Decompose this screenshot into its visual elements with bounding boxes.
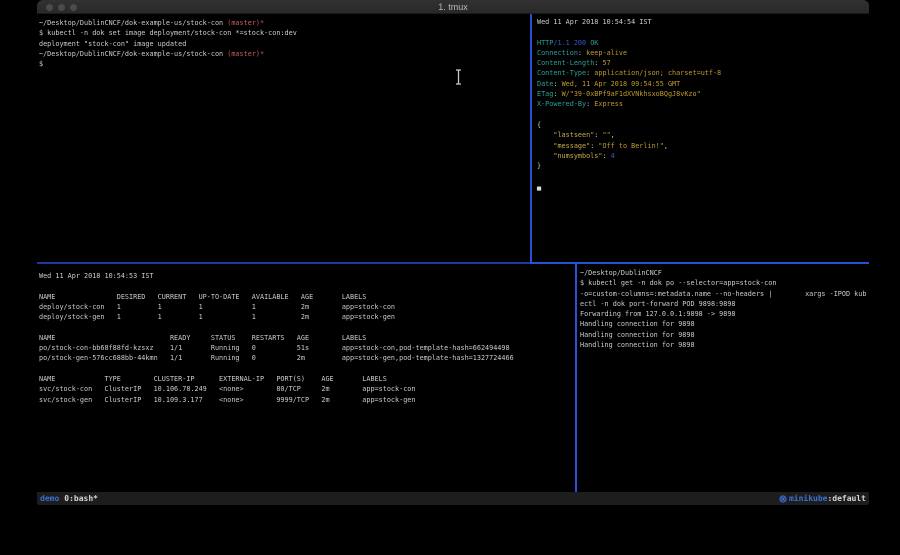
terminal-line: ectl -n dok port-forward POD 9898:9898 <box>580 299 869 309</box>
terminal-line: ~/Desktop/DublinCNCF/dok-example-us/stoc… <box>39 18 530 28</box>
terminal-line: ▄ <box>537 182 869 192</box>
terminal-line <box>537 110 869 120</box>
terminal-line <box>537 171 869 181</box>
terminal-line: { <box>537 120 869 130</box>
ibeam-mouse-cursor <box>454 69 463 85</box>
terminal-line: Content-Length: 57 <box>537 58 869 68</box>
terminal-line: Wed 11 Apr 2018 10:54:54 IST <box>537 17 869 27</box>
terminal-line: Handling connection for 9898 <box>580 340 869 350</box>
terminal-line: po/stock-gen-576cc688bb-44kmn 1/1 Runnin… <box>39 353 575 363</box>
tmux-session-name: demo <box>40 494 59 503</box>
terminal-line: $ <box>39 59 530 69</box>
terminal-line: deployment "stock-con" image updated <box>39 39 530 49</box>
tmux-window-label[interactable]: 0:bash* <box>64 494 98 503</box>
terminal-line: svc/stock-gen ClusterIP 10.109.3.177 <no… <box>39 395 575 405</box>
terminal-line <box>537 27 869 37</box>
terminal-line: po/stock-con-bb68f88fd-kzsxz 1/1 Running… <box>39 343 575 353</box>
pane-bottom-left-kubectl-get[interactable]: Wed 11 Apr 2018 10:54:53 IST NAME DESIRE… <box>37 264 575 492</box>
terminal-line: svc/stock-con ClusterIP 10.106.78.249 <n… <box>39 384 575 394</box>
terminal-line: "message": "Off to Berlin!", <box>537 141 869 151</box>
terminal-line <box>39 364 575 374</box>
tmux-status-bar: demo 0:bash* minikube :default <box>37 492 869 505</box>
terminal-line: ~/Desktop/DublinCNCF <box>580 268 869 278</box>
pane-bottom-right-port-forward[interactable]: ~/Desktop/DublinCNCF$ kubectl get -n dok… <box>577 264 869 492</box>
terminal-line: ETag: W/"39-0xBPf9aF1dXVNkhsxoBQgJ8vKzo" <box>537 89 869 99</box>
terminal-line: Content-Type: application/json; charset=… <box>537 68 869 78</box>
window-titlebar[interactable]: 1. tmux <box>37 0 869 14</box>
terminal-line: NAME TYPE CLUSTER-IP EXTERNAL-IP PORT(S)… <box>39 374 575 384</box>
terminal-window: 1. tmux ~/Desktop/DublinCNCF/dok-example… <box>37 0 869 506</box>
terminal-line: -o=custom-columns=:metadata.name --no-he… <box>580 289 869 299</box>
terminal-line: } <box>537 161 869 171</box>
terminal-line: X-Powered-By: Express <box>537 99 869 109</box>
terminal-line: HTTP/1.1 200 OK <box>537 38 869 48</box>
kube-namespace: :default <box>827 494 866 503</box>
terminal-line: Handling connection for 9898 <box>580 319 869 329</box>
pane-top-left-shell[interactable]: ~/Desktop/DublinCNCF/dok-example-us/stoc… <box>37 14 530 262</box>
terminal-line: Wed 11 Apr 2018 10:54:53 IST <box>39 271 575 281</box>
terminal-line: deploy/stock-con 1 1 1 1 2m app=stock-co… <box>39 302 575 312</box>
kube-context: minikube <box>789 494 828 503</box>
desktop-background: 1. tmux ~/Desktop/DublinCNCF/dok-example… <box>0 0 900 555</box>
terminal-line: $ kubectl get -n dok po --selector=app=s… <box>580 278 869 288</box>
window-title: 1. tmux <box>37 0 869 14</box>
terminal-line: "lastseen": "", <box>537 130 869 140</box>
terminal-line: NAME READY STATUS RESTARTS AGE LABELS <box>39 333 575 343</box>
pane-top-right-http-response[interactable]: Wed 11 Apr 2018 10:54:54 IST HTTP/1.1 20… <box>532 14 869 262</box>
terminal-line <box>39 281 575 291</box>
terminal-line <box>39 322 575 332</box>
terminal-line: NAME DESIRED CURRENT UP-TO-DATE AVAILABL… <box>39 292 575 302</box>
terminal-line: Connection: keep-alive <box>537 48 869 58</box>
terminal-line: $ kubectl -n dok set image deployment/st… <box>39 28 530 38</box>
kubernetes-helm-icon <box>779 495 787 503</box>
terminal-line: deploy/stock-gen 1 1 1 1 2m app=stock-ge… <box>39 312 575 322</box>
terminal-line: ~/Desktop/DublinCNCF/dok-example-us/stoc… <box>39 49 530 59</box>
terminal-line: Date: Wed, 11 Apr 2018 09:54:55 GMT <box>537 79 869 89</box>
terminal-line: Handling connection for 9898 <box>580 330 869 340</box>
terminal-line: "numsymbols": 4 <box>537 151 869 161</box>
terminal-line: Forwarding from 127.0.0.1:9898 -> 9898 <box>580 309 869 319</box>
